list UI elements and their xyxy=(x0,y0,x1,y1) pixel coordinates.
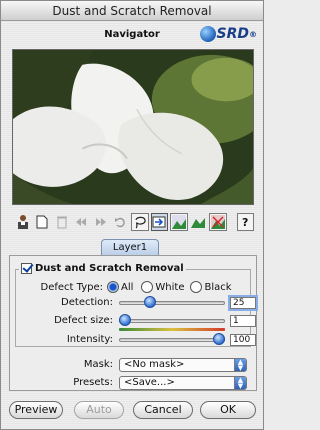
mask-select[interactable]: <No mask> ▲ ▼ xyxy=(119,358,247,372)
flower-photo xyxy=(13,50,253,204)
person-icon[interactable] xyxy=(14,213,32,231)
navigator-preview-image[interactable] xyxy=(12,49,254,205)
ok-button[interactable]: OK xyxy=(200,401,256,419)
landscape-tool-3-icon[interactable] xyxy=(209,213,227,231)
new-layer-icon[interactable] xyxy=(34,213,52,231)
srd-logo: SRD ® xyxy=(199,24,257,44)
detection-slider-thumb[interactable] xyxy=(144,296,156,308)
defect-type-row: Defect Type: All White Black xyxy=(21,281,251,293)
presets-label: Presets: xyxy=(73,377,113,388)
defect-size-value-field[interactable]: 1 xyxy=(230,315,256,327)
cancel-button[interactable]: Cancel xyxy=(133,401,193,419)
radio-black-label: Black xyxy=(204,281,232,293)
globe-icon xyxy=(199,26,216,42)
trash-icon[interactable] xyxy=(53,213,71,231)
select-arrows-icon: ▲ ▼ xyxy=(234,377,246,390)
intensity-value-field[interactable]: 100 xyxy=(230,334,256,346)
mask-label: Mask: xyxy=(83,359,113,370)
radio-all[interactable] xyxy=(107,281,119,293)
preview-button[interactable]: Preview xyxy=(9,401,63,419)
radio-white-label: White xyxy=(155,281,185,293)
radio-black[interactable] xyxy=(190,281,203,293)
dust-scratch-window: Dust and Scratch Removal Navigator SRD ® xyxy=(0,0,264,430)
intensity-slider[interactable] xyxy=(119,333,225,346)
size-gradient-bar xyxy=(119,328,225,331)
landscape-tool-1-icon[interactable] xyxy=(170,213,188,231)
tab-layer1[interactable]: Layer1 xyxy=(101,239,159,256)
intensity-row: Intensity: xyxy=(21,334,113,345)
window-title: Dust and Scratch Removal xyxy=(1,1,263,21)
detection-slider[interactable] xyxy=(119,296,225,309)
select-arrows-icon: ▲ ▼ xyxy=(234,359,246,372)
radio-white[interactable] xyxy=(141,281,154,293)
mask-select-value: <No mask> xyxy=(124,359,185,370)
radio-all-label: All xyxy=(121,281,134,293)
rewind-icon[interactable] xyxy=(73,213,91,231)
apply-arrow-icon[interactable] xyxy=(150,213,168,231)
filter-title: Dust and Scratch Removal xyxy=(35,263,184,274)
defect-size-row: Defect size: xyxy=(21,315,113,326)
presets-row: Presets: xyxy=(21,377,113,388)
landscape-tool-2-icon[interactable] xyxy=(190,213,208,231)
presets-select[interactable]: <Save...> ▲ ▼ xyxy=(119,376,247,390)
intensity-label: Intensity: xyxy=(66,334,113,345)
mask-row: Mask: xyxy=(21,359,113,370)
intensity-slider-thumb[interactable] xyxy=(213,333,225,345)
srd-logo-registered: ® xyxy=(249,29,257,39)
detection-label: Detection: xyxy=(61,297,113,308)
defect-type-label: Defect Type: xyxy=(40,281,103,293)
srd-logo-text: SRD xyxy=(216,26,249,42)
undo-icon[interactable] xyxy=(112,213,130,231)
help-icon[interactable]: ? xyxy=(236,213,254,231)
filter-enable-checkbox[interactable] xyxy=(21,263,32,274)
fast-forward-icon[interactable] xyxy=(92,213,110,231)
lasso-icon[interactable] xyxy=(131,213,149,231)
filter-group-legend: Dust and Scratch Removal xyxy=(19,263,186,274)
defect-size-slider[interactable] xyxy=(119,314,225,327)
detection-row: Detection: xyxy=(21,297,113,308)
navigator-header: Navigator SRD ® xyxy=(7,23,257,47)
auto-button[interactable]: Auto xyxy=(74,401,124,419)
defect-size-label: Defect size: xyxy=(54,315,113,326)
presets-select-value: <Save...> xyxy=(124,377,175,388)
defect-size-slider-thumb[interactable] xyxy=(119,314,131,326)
toolbar: ? xyxy=(14,211,254,233)
detection-value-field[interactable]: 25 xyxy=(228,295,258,311)
